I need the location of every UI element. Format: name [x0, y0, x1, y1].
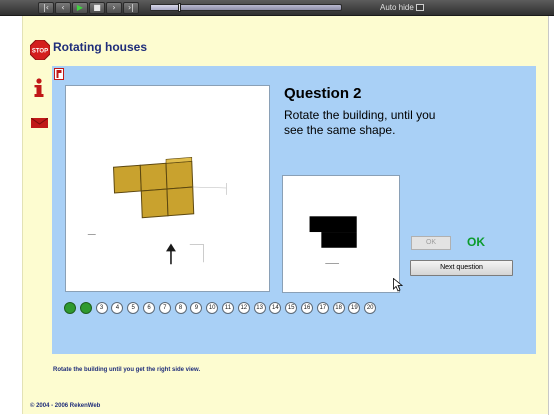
- player-progress-fill: [151, 5, 180, 10]
- question-dot-18: 18: [332, 302, 345, 314]
- question-dot-3: 3: [95, 302, 108, 314]
- question-instruction: Rotate the building, until you see the s…: [284, 108, 436, 137]
- autohide-checkbox[interactable]: [416, 4, 424, 11]
- target-shape: [309, 216, 357, 248]
- ok-button[interactable]: OK: [411, 236, 451, 250]
- play-button[interactable]: ▶: [72, 2, 88, 14]
- viewer-arrow-icon: [166, 243, 176, 265]
- question-dot-16: 16: [301, 302, 313, 314]
- copyright: © 2004 - 2006 RekenWeb: [30, 403, 101, 409]
- question-dot-12: 12: [237, 302, 250, 314]
- rewind-button[interactable]: |‹: [38, 2, 54, 14]
- next-question-button[interactable]: Next question: [410, 260, 513, 276]
- target-shape-view: [282, 175, 400, 293]
- mail-icon[interactable]: [31, 118, 48, 128]
- player-toolbar: |‹ ‹ ▶ ■ › ›| Auto hide: [0, 0, 554, 16]
- question-dot-8: 8: [174, 302, 187, 314]
- stop-icon[interactable]: STOP: [30, 40, 50, 60]
- window-edge: [548, 16, 554, 415]
- footer-instruction: Rotate the building until you get the ri…: [53, 367, 201, 373]
- player-progress-bar[interactable]: [150, 3, 342, 12]
- autohide-label: Auto hide: [380, 3, 414, 12]
- player-progress-knob[interactable]: [177, 3, 181, 12]
- question-dot-11: 11: [222, 302, 234, 314]
- question-dot-2: [79, 302, 92, 314]
- building-3d-view[interactable]: [65, 85, 270, 292]
- end-button[interactable]: ›|: [123, 2, 139, 14]
- svg-text:STOP: STOP: [32, 49, 48, 55]
- question-title: Question 2: [284, 85, 362, 102]
- question-dot-7: 7: [158, 302, 171, 314]
- page-title: Rotating houses: [53, 40, 148, 54]
- info-icon[interactable]: [33, 78, 45, 98]
- back-button[interactable]: ‹: [55, 2, 71, 14]
- question-dot-13: 13: [253, 302, 266, 314]
- feedback-text: OK: [467, 235, 485, 249]
- question-dot-1: [64, 302, 76, 314]
- building-model[interactable]: [113, 156, 195, 219]
- question-dot-6: 6: [143, 302, 155, 314]
- forward-button[interactable]: ›: [106, 2, 122, 14]
- flag-icon: [54, 68, 64, 80]
- stop-button[interactable]: ■: [89, 2, 105, 14]
- question-dot-17: 17: [316, 302, 329, 314]
- mouse-cursor-icon: [393, 278, 403, 292]
